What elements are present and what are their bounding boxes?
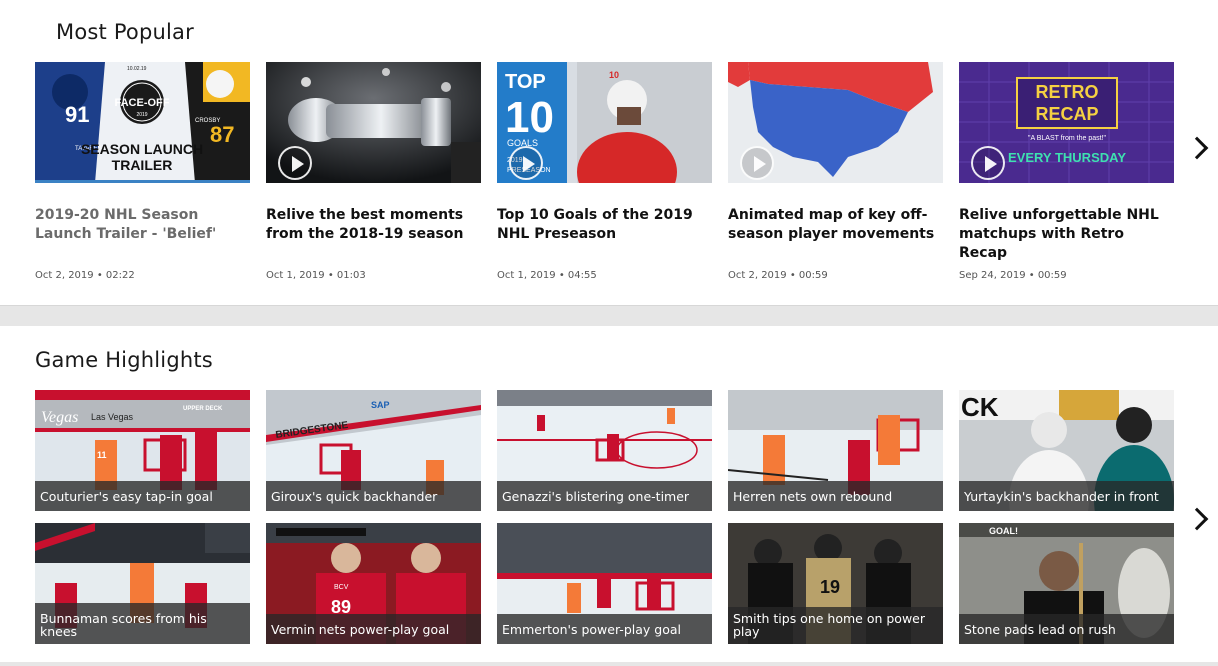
highlight-caption[interactable]: Smith tips one home on power play xyxy=(728,607,943,644)
thumb-subtitle: EVERY THURSDAY xyxy=(1008,150,1126,165)
highlight-card[interactable]: 19 Smith tips one home on power play xyxy=(728,523,943,644)
play-icon[interactable] xyxy=(278,146,312,180)
thumb-subtitle: SEASON LAUNCH xyxy=(81,141,203,157)
video-thumbnail[interactable]: 91 87 TAVARES CROSBY 10.02.19 FACE-OFF 2… xyxy=(35,62,250,183)
highlight-caption[interactable]: Giroux's quick backhander xyxy=(266,481,481,511)
thumb-jersey-name: CROSBY xyxy=(195,118,220,124)
thumb-jersey-number: 91 xyxy=(65,102,89,127)
video-title[interactable]: Relive unforgettable NHL matchups with R… xyxy=(959,206,1174,263)
thumb-board-text: GOAL! xyxy=(989,526,1018,536)
thumb-title: FACE-OFF xyxy=(115,97,170,109)
thumb-title: 10 xyxy=(505,93,554,142)
highlight-caption[interactable]: Yurtaykin's backhander in front xyxy=(959,481,1174,511)
thumb-title: RECAP xyxy=(1035,104,1098,124)
play-icon[interactable] xyxy=(971,146,1005,180)
thumb-board-text: Vegas xyxy=(41,409,78,426)
highlight-card[interactable]: Herren nets own rebound xyxy=(728,390,943,511)
video-title[interactable]: Relive the best moments from the 2018-19… xyxy=(266,206,481,244)
thumb-subtitle: "A BLAST from the past!" xyxy=(1028,135,1107,142)
thumb-title: TOP xyxy=(505,71,546,93)
video-thumbnail[interactable] xyxy=(728,62,943,183)
play-icon[interactable] xyxy=(509,146,543,180)
most-popular-section: Most Popular 91 87 TAVARES CROSBY 10.02.… xyxy=(0,0,1218,305)
highlight-card[interactable]: 89 BCV Vermin nets power-play goal xyxy=(266,523,481,644)
video-title[interactable]: Animated map of key off-season player mo… xyxy=(728,206,943,244)
most-popular-heading: Most Popular xyxy=(56,20,194,44)
play-icon[interactable] xyxy=(740,146,774,180)
video-title[interactable]: Top 10 Goals of the 2019 NHL Preseason xyxy=(497,206,712,244)
highlight-caption[interactable]: Herren nets own rebound xyxy=(728,481,943,511)
thumb-title: RETRO xyxy=(1036,82,1099,102)
video-meta: Oct 2, 2019 • 00:59 xyxy=(728,270,828,281)
video-meta: Oct 1, 2019 • 01:03 xyxy=(266,270,366,281)
game-highlights-section: Game Highlights Vegas Las Vegas UPPER DE… xyxy=(0,326,1218,666)
highlight-caption[interactable]: Emmerton's power-play goal xyxy=(497,614,712,644)
video-thumbnail[interactable] xyxy=(266,62,481,183)
thumb-date: 10.02.19 xyxy=(127,66,147,72)
bottom-divider xyxy=(0,662,1218,666)
thumb-jersey-number: 19 xyxy=(820,577,840,597)
highlight-caption[interactable]: Stone pads lead on rush xyxy=(959,614,1174,644)
chevron-right-icon[interactable] xyxy=(1186,133,1208,163)
highlight-card[interactable]: Vegas Las Vegas UPPER DECK 11 Couturier'… xyxy=(35,390,250,511)
highlight-caption[interactable]: Genazzi's blistering one-timer xyxy=(497,481,712,511)
game-highlights-heading: Game Highlights xyxy=(35,348,213,372)
thumb-year: 2019 xyxy=(136,112,147,118)
chevron-right-icon[interactable] xyxy=(1186,504,1208,534)
thumb-board-text: Las Vegas xyxy=(91,412,134,422)
highlight-caption[interactable]: Vermin nets power-play goal xyxy=(266,614,481,644)
thumb-board-text: SAP xyxy=(371,400,390,410)
section-divider xyxy=(0,305,1218,326)
video-meta: Sep 24, 2019 • 00:59 xyxy=(959,270,1067,281)
highlight-card[interactable]: BRIDGESTONE SAP Giroux's quick backhande… xyxy=(266,390,481,511)
thumb-jersey-number: 10 xyxy=(609,70,619,80)
highlight-card[interactable]: Genazzi's blistering one-timer xyxy=(497,390,712,511)
thumb-board-text: UPPER DECK xyxy=(183,406,223,412)
highlight-caption[interactable]: Couturier's easy tap-in goal xyxy=(35,481,250,511)
thumb-subtitle: TRAILER xyxy=(112,157,173,173)
thumb-jersey-number: 87 xyxy=(210,122,234,147)
video-meta: Oct 2, 2019 • 02:22 xyxy=(35,270,135,281)
highlight-card[interactable]: CK Yurtaykin's backhander in front xyxy=(959,390,1174,511)
thumb-jersey-text: BCV xyxy=(334,584,349,591)
video-thumbnail[interactable]: TOP 10 GOALS 2019 PRESEASON 10 xyxy=(497,62,712,183)
thumb-jersey-number: 11 xyxy=(97,450,107,460)
highlight-caption[interactable]: Bunnaman scores from his knees xyxy=(35,603,250,644)
highlight-card[interactable]: Emmerton's power-play goal xyxy=(497,523,712,644)
highlight-card[interactable]: GOAL! Stone pads lead on rush xyxy=(959,523,1174,644)
video-thumbnail[interactable]: RETRO RECAP "A BLAST from the past!" EVE… xyxy=(959,62,1174,183)
video-meta: Oct 1, 2019 • 04:55 xyxy=(497,270,597,281)
highlight-card[interactable]: Bunnaman scores from his knees xyxy=(35,523,250,644)
thumb-board-text: CK xyxy=(961,392,999,422)
video-title[interactable]: 2019-20 NHL Season Launch Trailer - 'Bel… xyxy=(35,206,250,244)
